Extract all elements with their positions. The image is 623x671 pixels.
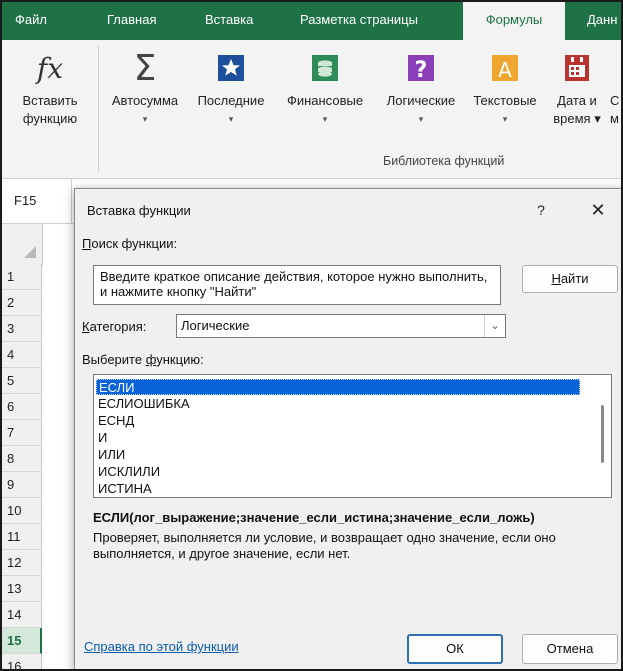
select-all-corner[interactable] — [2, 224, 43, 265]
tab-page-layout[interactable]: Разметка страницы — [300, 2, 418, 40]
autosum-label: Автосумма — [111, 93, 179, 108]
recent-functions-button[interactable]: Последние ▾ — [188, 40, 274, 160]
star-icon — [211, 48, 251, 88]
dialog-title: Вставка функции — [87, 203, 191, 218]
cancel-button[interactable]: Отмена — [522, 634, 618, 664]
question-icon: ? — [401, 48, 441, 88]
text-a-icon: A — [485, 48, 525, 88]
function-syntax: ЕСЛИ(лог_выражение;значение_если_истина;… — [93, 510, 535, 525]
insert-function-label: Вставить функцию — [22, 93, 78, 126]
find-button[interactable]: Найти — [522, 265, 618, 293]
ribbon-tab-bar: Файл Главная Вставка Разметка страницы Ф… — [2, 2, 621, 40]
tab-insert[interactable]: Вставка — [205, 2, 253, 40]
row-header[interactable]: 10 — [2, 498, 42, 524]
logical-functions-button[interactable]: ? Логические ▾ — [376, 40, 466, 160]
datetime-functions-button[interactable]: Дата и время ▾ — [548, 40, 606, 160]
datetime-label-line2: время ▾ — [553, 111, 601, 126]
more-label-line1: С — [610, 93, 620, 108]
svg-text:A: A — [498, 58, 512, 82]
row-header[interactable]: 13 — [2, 576, 42, 602]
category-label: Категория: — [82, 319, 147, 334]
select-function-label: Выберите функцию: — [82, 352, 204, 367]
function-list-item[interactable]: И — [96, 430, 107, 446]
row-header[interactable]: 11 — [2, 524, 42, 550]
row-header[interactable]: 8 — [2, 446, 42, 472]
row-header[interactable]: 9 — [2, 472, 42, 498]
tab-data[interactable]: Данн — [587, 2, 617, 40]
dropdown-arrow-icon: ▾ — [418, 114, 424, 124]
row-header[interactable]: 6 — [2, 394, 42, 420]
tab-file[interactable]: Файл — [15, 2, 47, 40]
close-icon[interactable]: ✕ — [583, 197, 613, 223]
autosum-button[interactable]: Σ Автосумма ▾ — [102, 40, 188, 160]
function-list-item[interactable]: ЕСЛИОШИБКА — [96, 396, 190, 412]
row-header[interactable]: 1 — [2, 264, 42, 290]
dropdown-arrow-icon: ▾ — [502, 114, 508, 124]
excel-window: Файл Главная Вставка Разметка страницы Ф… — [0, 0, 623, 671]
money-icon — [305, 48, 345, 88]
row-header[interactable]: 2 — [2, 290, 42, 316]
chevron-down-icon: ⌄ — [484, 315, 505, 337]
financial-functions-button[interactable]: Финансовые ▾ — [277, 40, 373, 160]
function-list-item-selected[interactable]: ЕСЛИ — [96, 379, 580, 395]
row-header[interactable]: 14 — [2, 602, 42, 628]
function-list-item[interactable]: ЕСНД — [96, 413, 134, 429]
function-list-item[interactable]: ИЛИ — [96, 447, 125, 463]
function-list-scrollbar[interactable] — [597, 379, 609, 493]
datetime-label-line1: Дата и — [557, 93, 597, 108]
function-library-group-label: Библиотека функций — [383, 154, 505, 168]
ok-button[interactable]: ОК — [407, 634, 503, 664]
insert-function-button[interactable]: fx Вставить функцию — [2, 40, 98, 160]
more-functions-button[interactable]: С м — [610, 40, 621, 160]
category-value: Логические — [181, 318, 250, 333]
search-function-label: Поиск функции: — [82, 236, 178, 251]
function-description: Проверяет, выполняется ли условие, и воз… — [93, 530, 556, 561]
dropdown-arrow-icon: ▾ — [142, 114, 148, 124]
fx-icon: fx — [36, 51, 64, 85]
dropdown-arrow-icon: ▾ — [322, 114, 328, 124]
tab-formulas[interactable]: Формулы — [463, 2, 565, 40]
row-header[interactable]: 12 — [2, 550, 42, 576]
ribbon-divider — [98, 46, 99, 172]
text-functions-button[interactable]: A Текстовые ▾ — [466, 40, 544, 160]
ribbon: fx Вставить функцию Σ Автосумма ▾ Послед… — [2, 40, 621, 179]
svg-text:?: ? — [415, 58, 428, 83]
help-icon[interactable]: ? — [531, 197, 551, 223]
text-label: Текстовые — [473, 93, 537, 108]
function-help-link[interactable]: Справка по этой функции — [84, 639, 239, 654]
function-list[interactable]: ЕСЛИ ЕСЛИОШИБКА ЕСНД И ИЛИ ИСКЛИЛИ ИСТИН… — [93, 374, 612, 498]
function-list-item[interactable]: ИСКЛИЛИ — [96, 464, 160, 480]
sigma-icon: Σ — [133, 47, 157, 89]
logical-label: Логические — [386, 93, 456, 108]
more-label-line2: м — [610, 111, 619, 126]
row-header[interactable]: 7 — [2, 420, 42, 446]
financial-label: Финансовые — [286, 93, 364, 108]
recent-label: Последние — [197, 93, 265, 108]
calendar-icon — [557, 48, 597, 88]
row-header[interactable]: 15 — [2, 628, 42, 654]
search-function-input[interactable]: Введите краткое описание действия, котор… — [93, 265, 501, 305]
row-header[interactable]: 4 — [2, 342, 42, 368]
row-header[interactable]: 3 — [2, 316, 42, 342]
dropdown-arrow-icon: ▾ — [228, 114, 234, 124]
name-box[interactable]: F15 — [2, 179, 72, 223]
row-header[interactable]: 16 — [2, 654, 42, 669]
row-header[interactable]: 5 — [2, 368, 42, 394]
scrollbar-thumb[interactable] — [601, 405, 604, 463]
function-list-item[interactable]: ИСТИНА — [96, 481, 152, 497]
category-select[interactable]: Логические ⌄ — [176, 314, 506, 338]
tab-home[interactable]: Главная — [107, 2, 156, 40]
